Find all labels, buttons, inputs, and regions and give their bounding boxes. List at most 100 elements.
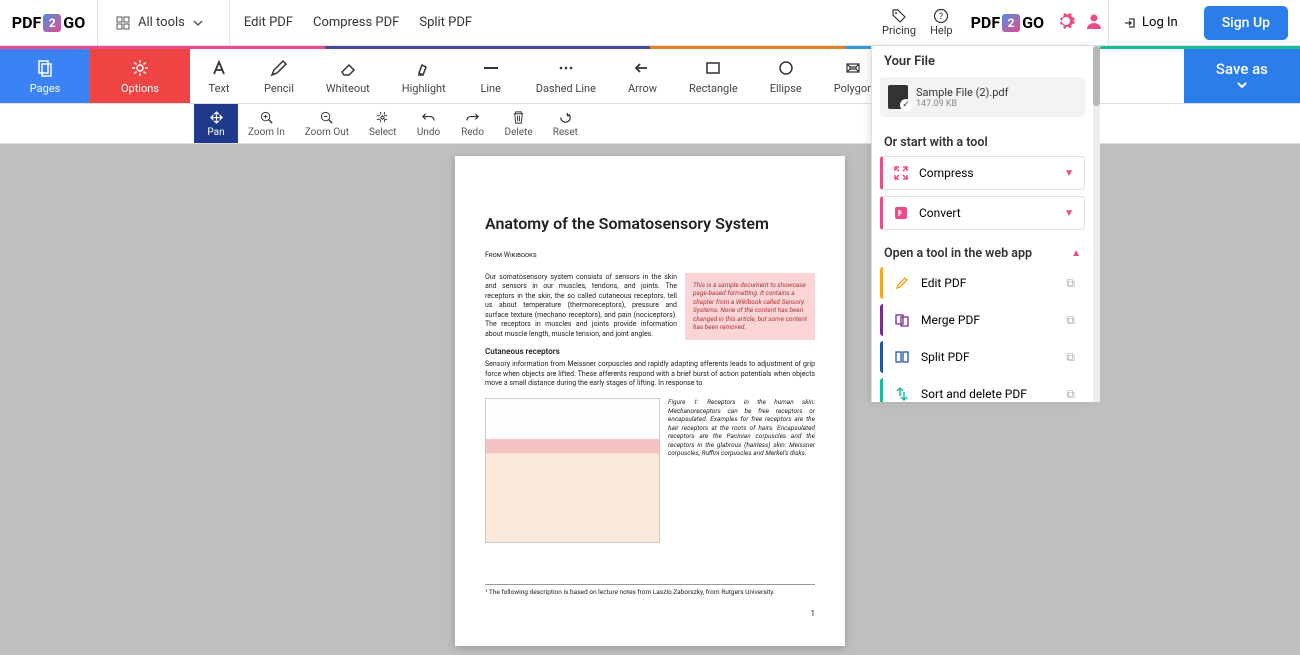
pencil-tool[interactable]: Pencil [248, 49, 310, 103]
nav-pricing[interactable]: Pricing [882, 8, 916, 37]
all-tools-dropdown[interactable]: All tools [98, 0, 230, 46]
page-footnote: ¹ The following description is based on … [485, 584, 815, 596]
pan-button[interactable]: Pan [194, 104, 238, 143]
trash-icon [511, 110, 526, 125]
file-size: 147.09 KB [916, 99, 1008, 109]
all-tools-label: All tools [138, 15, 185, 30]
arrow-tool[interactable]: Arrow [612, 49, 673, 103]
options-button[interactable]: Options [90, 49, 190, 103]
convert-tool[interactable]: Convert ▼ [880, 196, 1085, 230]
delete-button[interactable]: Delete [495, 104, 543, 143]
nav-links: Edit PDF Compress PDF Split PDF [230, 15, 486, 30]
text-icon [209, 58, 229, 78]
reset-button[interactable]: Reset [543, 104, 588, 143]
logo-go: GO [63, 13, 85, 32]
app-mergepdf[interactable]: Merge PDF ⧉ [880, 304, 1085, 336]
page-p2: Sensory information from Meissner corpus… [485, 360, 815, 388]
svg-text:?: ? [939, 12, 943, 22]
external-link-icon: ⧉ [1066, 276, 1075, 291]
page-author: From Wikibooks [485, 251, 815, 259]
app-editpdf[interactable]: Edit PDF ⧉ [880, 267, 1085, 299]
toolbar-view: Pan Zoom In Zoom Out Select Undo Redo De… [0, 104, 1300, 144]
logo-left[interactable]: PDF2GO [0, 0, 98, 46]
external-link-icon: ⧉ [1066, 313, 1075, 328]
arrow-icon [632, 58, 652, 78]
chevron-down-icon: ▼ [1064, 168, 1074, 179]
panel-scrollbar[interactable] [1093, 46, 1100, 402]
text-tool[interactable]: Text [190, 49, 248, 103]
nav-help[interactable]: ? Help [930, 8, 953, 37]
app-sortdelete[interactable]: Sort and delete PDF ⧉ [880, 378, 1085, 402]
chevron-down-icon [193, 18, 203, 28]
pdf-page: Anatomy of the Somatosensory System From… [455, 156, 845, 646]
dashed-line-tool[interactable]: Dashed Line [520, 49, 612, 103]
line-tool[interactable]: Line [462, 49, 520, 103]
rectangle-icon [703, 58, 723, 78]
external-link-icon: ⧉ [1066, 387, 1075, 402]
logo-2-icon: 2 [1002, 14, 1020, 32]
rectangle-tool[interactable]: Rectangle [673, 49, 754, 103]
dashed-icon [556, 58, 576, 78]
gear-icon [1056, 11, 1076, 31]
gear-icon [130, 58, 150, 78]
pages-button[interactable]: Pages [0, 49, 90, 103]
top-nav: PDF2GO All tools Edit PDF Compress PDF S… [0, 0, 1300, 46]
chevron-down-icon: ▼ [1064, 208, 1074, 219]
figure-caption: Figure 1: Receptors in the human skin: M… [668, 398, 815, 543]
toolbar-main: Pages Options Text Pencil Whiteout Highl… [0, 49, 1300, 104]
redo-icon [465, 110, 480, 125]
help-icon: ? [933, 8, 949, 24]
user-button[interactable] [1080, 7, 1108, 39]
redo-button[interactable]: Redo [451, 104, 495, 143]
user-icon [1084, 11, 1104, 31]
highlight-icon [414, 58, 434, 78]
zoom-out-button[interactable]: Zoom Out [295, 104, 359, 143]
eraser-icon [338, 58, 358, 78]
signup-button[interactable]: Sign Up [1204, 6, 1288, 40]
page-number: 1 [811, 609, 816, 618]
whiteout-tool[interactable]: Whiteout [310, 49, 386, 103]
compress-tool[interactable]: Compress ▼ [880, 156, 1085, 190]
nav-compresspdf[interactable]: Compress PDF [313, 15, 399, 30]
select-button[interactable]: Select [359, 104, 406, 143]
your-file-heading: Your File [872, 46, 1093, 77]
zoom-in-icon [259, 110, 274, 125]
page-subtitle: Cutaneous receptors [485, 347, 815, 356]
login-icon [1123, 16, 1137, 30]
workspace[interactable]: Anatomy of the Somatosensory System From… [0, 144, 1300, 655]
merge-icon [893, 311, 911, 329]
reset-icon [558, 110, 573, 125]
pages-icon [35, 58, 55, 78]
right-nav: Pricing ? Help [872, 8, 963, 37]
logo-pdf: PDF [12, 13, 42, 32]
pencil-icon [269, 58, 289, 78]
app-splitpdf[interactable]: Split PDF ⧉ [880, 341, 1085, 373]
zoom-in-button[interactable]: Zoom In [238, 104, 295, 143]
save-as-button[interactable]: Save as [1184, 49, 1300, 103]
external-link-icon: ⧉ [1066, 350, 1075, 365]
pan-icon [209, 110, 224, 125]
nav-editpdf[interactable]: Edit PDF [244, 15, 293, 30]
convert-icon [893, 205, 909, 221]
scrollbar-thumb[interactable] [1093, 46, 1100, 106]
file-item[interactable]: Sample File (2).pdf 147.09 KB [880, 77, 1085, 117]
logo-right[interactable]: PDF2GO [963, 13, 1052, 32]
highlight-tool[interactable]: Highlight [386, 49, 462, 103]
ellipse-icon [776, 58, 796, 78]
or-start-heading: Or start with a tool [872, 125, 1093, 156]
page-title: Anatomy of the Somatosensory System [485, 214, 815, 233]
file-icon [888, 85, 908, 109]
line-icon [481, 58, 501, 78]
compress-icon [893, 165, 909, 181]
chevron-up-icon[interactable]: ▲ [1071, 248, 1081, 259]
grid-icon [116, 16, 130, 30]
undo-icon [421, 110, 436, 125]
settings-button[interactable] [1052, 7, 1080, 39]
login-button[interactable]: Log In [1108, 0, 1192, 46]
ellipse-tool[interactable]: Ellipse [754, 49, 818, 103]
nav-splitpdf[interactable]: Split PDF [419, 15, 472, 30]
sort-icon [893, 385, 911, 402]
open-in-heading: Open a tool in the web app▲ [872, 236, 1093, 267]
select-icon [375, 110, 390, 125]
undo-button[interactable]: Undo [407, 104, 451, 143]
